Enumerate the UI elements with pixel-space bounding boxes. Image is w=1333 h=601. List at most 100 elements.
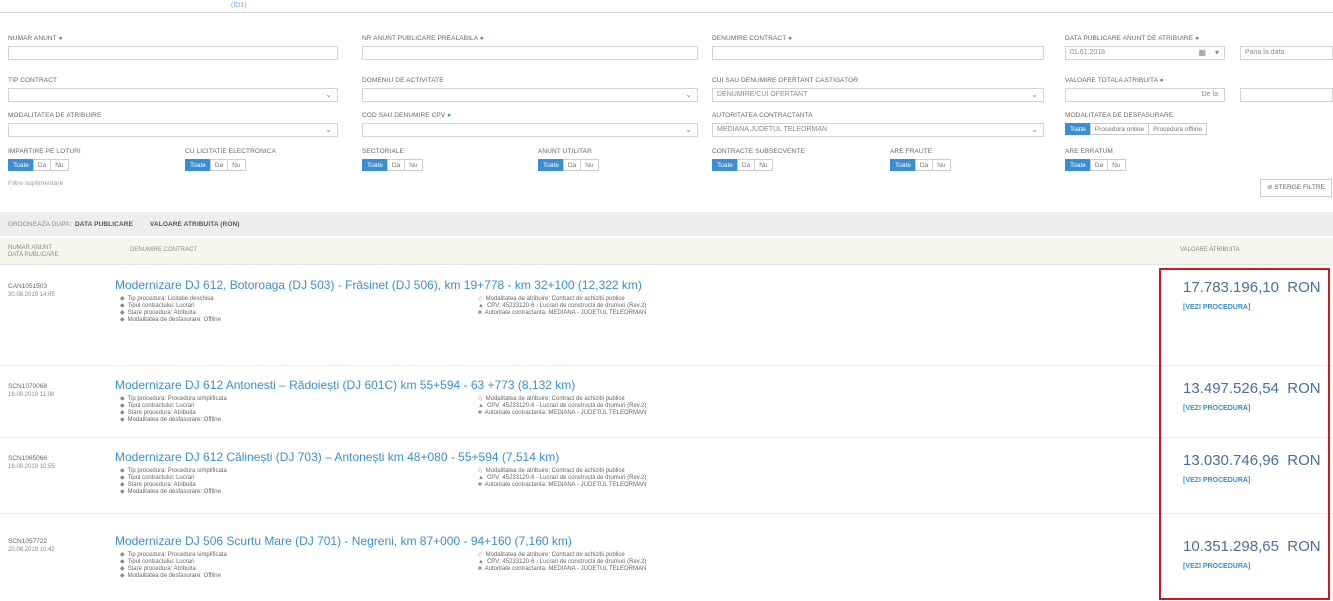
anunt-utilitar-label: ANUNT UTILITAR [538,148,592,155]
option-toate[interactable]: Toate [8,159,34,171]
calendar-icon[interactable]: ▦ [1198,48,1206,57]
domeniu-activitate-select[interactable]: ⌄ [362,88,698,102]
autoritatea-label: AUTORITATEA CONTRACTANTA [712,112,813,119]
licitatie-electronica-label: CU LICITATIE ELECTRONICA [185,148,277,155]
row-3-details-right: ◇ Modalitatea de atribuire: Contract de a… [478,468,647,488]
impartire-loturi-label: IMPARTIRE PE LOTURI [8,148,81,155]
cod-cpv-label: COD SAU DENUMIRE CPV ● [362,112,452,119]
valoare-de-la-input[interactable]: De la [1065,88,1225,102]
option-nu[interactable]: Nu [754,159,773,171]
option-da[interactable]: Da [914,159,934,171]
option-da[interactable]: Da [562,159,582,171]
header-valoare-atribuita: VALOARE ATRIBUITA [1180,247,1240,253]
sterge-filtre-label: STERGE FILTRE [1274,184,1325,191]
numar-anunt-input[interactable] [8,46,338,60]
sort-label: ORDONEAZA DUPA: [8,221,72,228]
tip-contract-select[interactable]: ⌄ [8,88,338,102]
option-offline[interactable]: Procedura offline [1148,123,1208,135]
sort-data-publicare[interactable]: DATA PUBLICARE [75,221,133,228]
option-online[interactable]: Procedura online [1089,123,1150,135]
option-da[interactable]: Da [32,159,52,171]
licitatie-electronica-toggle[interactable]: Toate Da Nu [185,159,246,171]
modalitatea-label: MODALITATEA DE ATRIBUIRE [8,112,102,119]
header-denumire-contract: DENUMIRE CONTRACT [130,247,197,253]
chevron-down-icon: ⌄ [1031,90,1038,99]
top-tab[interactable]: (ID1) [231,2,247,9]
row-divider [0,513,1333,514]
table-header [0,238,1333,265]
option-toate[interactable]: Toate [362,159,388,171]
data-publicare-to-placeholder: Pana la data [1245,49,1285,56]
highlight-box [1159,268,1330,600]
option-toate[interactable]: Toate [185,159,211,171]
are-fraute-toggle[interactable]: Toate Da Nu [890,159,951,171]
chevron-down-icon: ⌄ [325,90,332,99]
valoare-totala-label: VALOARE TOTALA ATRIBUITA ● [1065,77,1164,84]
option-da[interactable]: Da [386,159,406,171]
are-erratum-label: ARE ERRATUM [1065,148,1113,155]
row-3-id[interactable]: SCN1065066 [8,455,47,462]
option-da[interactable]: Da [209,159,229,171]
option-nu[interactable]: Nu [227,159,246,171]
data-publicare-to-input[interactable]: Pana la data [1240,46,1333,60]
contracte-subsecvente-toggle[interactable]: Toate Da Nu [712,159,773,171]
option-nu[interactable]: Nu [580,159,599,171]
row-divider [0,437,1333,438]
modalitatea-select[interactable]: ⌄ [8,123,338,137]
cui-ofertant-select[interactable]: DENUMIRE/CUI OFERTANT ⌄ [712,88,1044,102]
are-fraute-label: ARE FRAUTE [890,148,933,155]
chevron-down-icon[interactable]: ▾ [1215,48,1219,57]
chevron-down-icon: ⌄ [325,125,332,134]
data-publicare-label: DATA PUBLICARE ANUNT DE ATRIBUIRE ● [1065,35,1200,42]
row-4-title[interactable]: Modernizare DJ 506 Scurtu Mare (DJ 701) … [115,534,572,548]
tip-contract-label: TIP CONTRACT [8,77,58,84]
row-3-date: 16.09.2019 10:55 [8,464,55,470]
data-publicare-from-input[interactable]: 01.01.2018 ▦ ▾ [1065,46,1225,60]
option-nu[interactable]: Nu [932,159,951,171]
valoare-pana-la-input[interactable] [1240,88,1333,102]
nr-anunt-publicare-label: NR ANUNT PUBLICARE PREALABILA ● [362,35,484,42]
option-toate[interactable]: Toate [1065,159,1091,171]
row-4-id[interactable]: SCN1057722 [8,538,47,545]
row-2-id[interactable]: SCN1070068 [8,383,47,390]
modalitatea-desfasurare-label: MODALITATEA DE DESFASURARE [1065,112,1174,119]
impartire-loturi-toggle[interactable]: Toate Da Nu [8,159,69,171]
option-toate[interactable]: Toate [890,159,916,171]
cod-cpv-select[interactable]: ⌄ [362,123,698,137]
row-2-title[interactable]: Modernizare DJ 612 Antonesti – Rădoiești… [115,378,575,392]
option-toate[interactable]: Toate [538,159,564,171]
denumire-contract-input[interactable] [712,46,1044,60]
autoritatea-select[interactable]: MEDIANA JUDETUL TELEORMAN ⌄ [712,123,1044,137]
option-toate[interactable]: Toate [1065,123,1091,135]
sterge-filtre-button[interactable]: ⊘ STERGE FILTRE [1260,179,1332,197]
option-toate[interactable]: Toate [712,159,738,171]
sort-valoare-atribuita[interactable]: VALOARE ATRIBUITA (RON) [150,221,240,228]
nr-anunt-publicare-input[interactable] [362,46,698,60]
anunt-utilitar-toggle[interactable]: Toate Da Nu [538,159,599,171]
row-3-details-left: ◆ Tip procedura: Procedura simplificata ◆… [120,468,227,495]
modalitatea-desfasurare-toggle[interactable]: Toate Procedura online Procedura offline [1065,123,1208,135]
filtre-suplimentare-link[interactable]: Filtre suplimentare [8,180,63,187]
option-da[interactable]: Da [736,159,756,171]
row-2-details-left: ◆ Tip procedura: Procedura simplificata ◆… [120,396,227,423]
option-nu[interactable]: Nu [404,159,423,171]
option-da[interactable]: Da [1089,159,1109,171]
chevron-down-icon: ⌄ [685,125,692,134]
chevron-down-icon: ⌄ [685,90,692,99]
option-nu[interactable]: Nu [50,159,69,171]
valoare-de-la-placeholder: De la [1201,91,1218,98]
row-2-details-right: ◇ Modalitatea de atribuire: Contract de a… [478,396,647,416]
domeniu-activitate-label: DOMENIU DE ACTIVITATE [362,77,444,84]
numar-anunt-label: NUMAR ANUNT ● [8,35,63,42]
row-1-title[interactable]: Modernizare DJ 612, Botoroaga (DJ 503) -… [115,278,642,292]
chevron-down-icon: ⌄ [1031,125,1038,134]
row-4-date: 20.08.2019 10:42 [8,547,55,553]
option-nu[interactable]: Nu [1107,159,1126,171]
row-3-title[interactable]: Modernizare DJ 612 Călinești (DJ 703) – … [115,450,559,464]
data-publicare-from-value: 01.01.2018 [1070,49,1106,56]
top-divider [0,12,1333,13]
row-1-id[interactable]: CAN1051503 [8,283,47,290]
sectoriale-toggle[interactable]: Toate Da Nu [362,159,423,171]
are-erratum-toggle[interactable]: Toate Da Nu [1065,159,1126,171]
autoritatea-value: MEDIANA JUDETUL TELEORMAN [717,126,828,133]
